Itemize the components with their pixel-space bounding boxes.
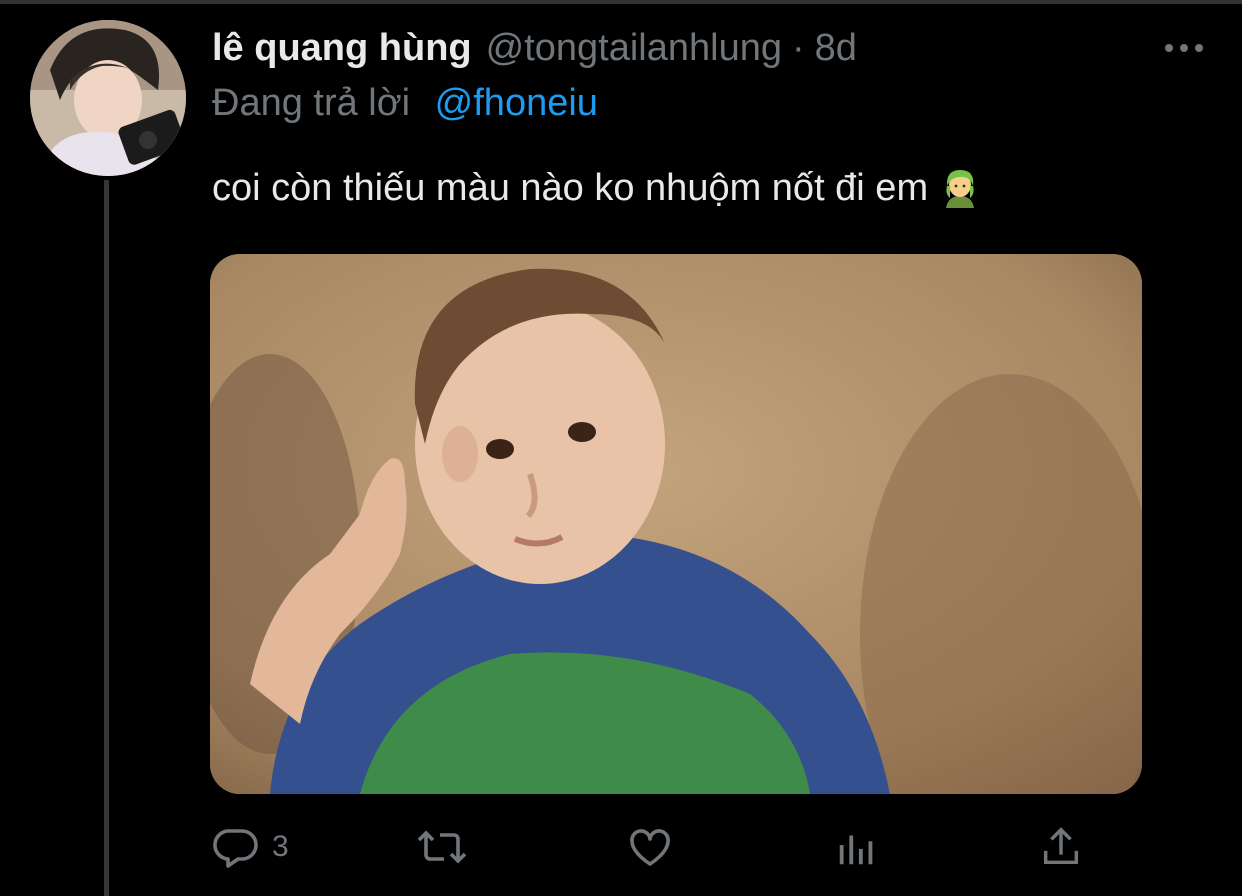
like-button[interactable] (626, 822, 674, 872)
reply-icon (213, 829, 258, 868)
replying-to: Đang trả lời @fhoneiu (212, 78, 598, 128)
avatar[interactable] (30, 20, 186, 176)
display-name[interactable]: lê quang hùng (212, 22, 472, 74)
tweet-actions: 3 (212, 822, 1112, 872)
separator-dot: · (792, 27, 805, 69)
more-icon (1165, 44, 1203, 52)
user-handle[interactable]: @tongtailanhlung (486, 22, 782, 74)
thread-line (104, 180, 109, 896)
replying-to-link[interactable]: @fhoneiu (435, 82, 598, 124)
tweet-body: coi còn thiếu màu nào ko nhuộm nốt đi em (212, 167, 929, 209)
tweet-text: coi còn thiếu màu nào ko nhuộm nốt đi em (212, 160, 978, 216)
tweet-header: lê quang hùng @tongtailanhlung · 8d (212, 22, 857, 74)
replying-to-label: Đang trả lời (212, 82, 411, 124)
more-options-button[interactable] (1156, 30, 1212, 66)
top-divider (0, 0, 1242, 4)
analytics-icon (839, 835, 873, 865)
tweet-media-image[interactable] (210, 254, 1142, 794)
reply-button[interactable]: 3 (212, 822, 289, 872)
share-icon (1043, 827, 1079, 865)
timestamp[interactable]: 8d (815, 22, 857, 74)
retweet-icon (417, 830, 467, 864)
retweet-button[interactable] (416, 822, 468, 872)
share-button[interactable] (1038, 822, 1084, 872)
reply-count: 3 (272, 830, 289, 863)
heart-icon (630, 829, 670, 866)
green-haired-person-emoji-icon (942, 168, 978, 208)
analytics-button[interactable] (834, 822, 880, 872)
